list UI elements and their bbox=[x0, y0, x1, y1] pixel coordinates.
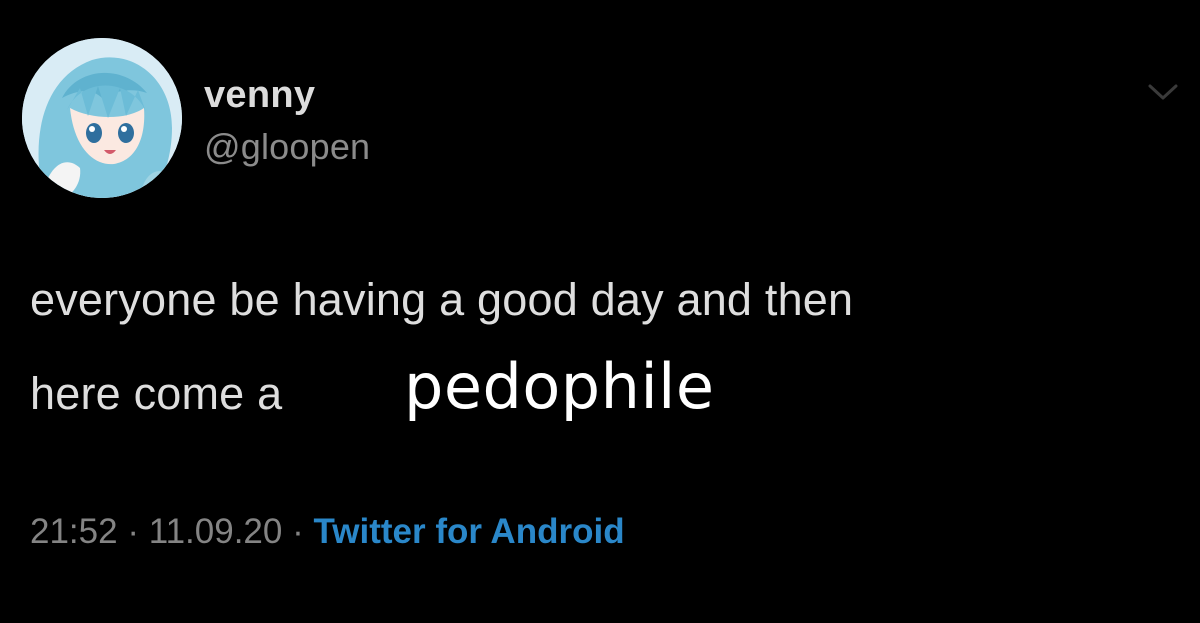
tweet-date[interactable]: 11.09.20 bbox=[149, 512, 283, 551]
tweet-text-line-1: everyone be having a good day and then bbox=[30, 274, 854, 325]
tweet-metadata: 21:52 · 11.09.20 · Twitter for Android bbox=[30, 512, 625, 552]
tweet-time[interactable]: 21:52 bbox=[30, 512, 118, 551]
user-handle[interactable]: @gloopen bbox=[204, 126, 370, 168]
tweet-text-line-2: here come a bbox=[30, 368, 283, 419]
display-name[interactable]: venny bbox=[204, 74, 315, 117]
meta-separator: · bbox=[292, 512, 304, 551]
tweet-menu-button[interactable] bbox=[1146, 80, 1180, 104]
avatar[interactable] bbox=[22, 38, 182, 198]
overlay-caption: pedophile bbox=[404, 350, 715, 423]
anime-girl-avatar-icon bbox=[22, 38, 182, 198]
chevron-down-icon bbox=[1148, 84, 1178, 100]
tweet-card: venny @gloopen everyone be having a good… bbox=[0, 0, 1200, 623]
meta-separator: · bbox=[127, 512, 139, 551]
tweet-source-link[interactable]: Twitter for Android bbox=[314, 512, 625, 551]
